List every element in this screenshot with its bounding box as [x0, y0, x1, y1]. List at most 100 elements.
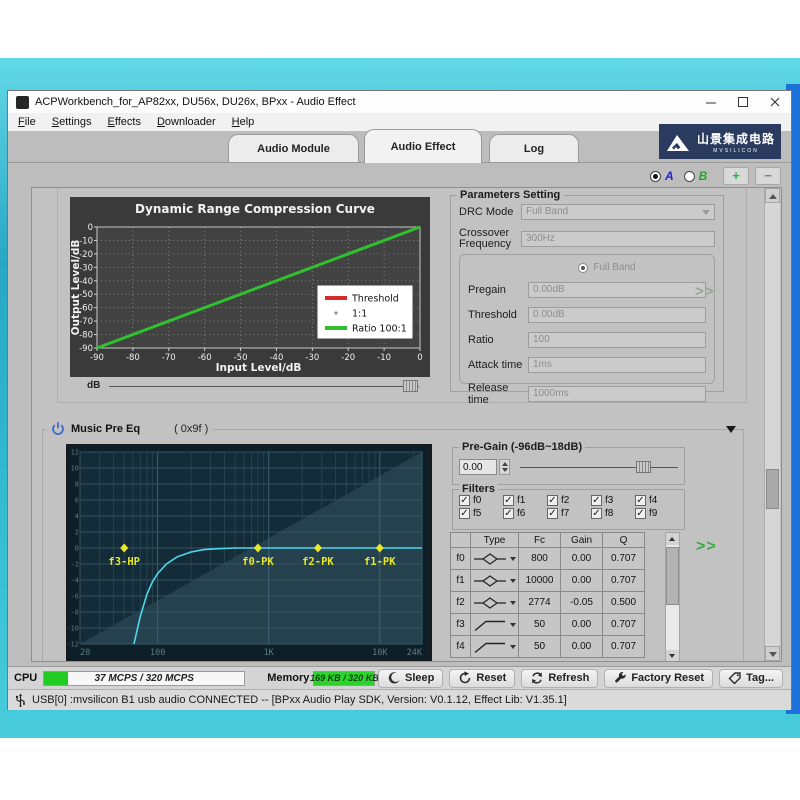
- cell-gain[interactable]: -0.05: [561, 592, 603, 614]
- filter-checkbox-f8[interactable]: ✓f8: [591, 508, 635, 519]
- checkbox-icon: ✓: [635, 495, 646, 506]
- scrollbar-thumb[interactable]: [666, 547, 679, 605]
- checkbox-icon: ✓: [503, 495, 514, 506]
- param-input-ratio[interactable]: 100: [528, 332, 706, 348]
- slider-handle[interactable]: [636, 461, 651, 473]
- tab-log[interactable]: Log: [489, 134, 579, 162]
- svg-text:Input Level/dB: Input Level/dB: [216, 362, 302, 374]
- cell-gain[interactable]: 0.00: [561, 614, 603, 636]
- filter-type-select[interactable]: [471, 570, 519, 592]
- filter-checkbox-f9[interactable]: ✓f9: [635, 508, 679, 519]
- full-band-radio[interactable]: [578, 263, 588, 273]
- eq-expand-button[interactable]: >>: [696, 538, 717, 556]
- filter-checkbox-f0[interactable]: ✓f0: [459, 495, 503, 506]
- scroll-up-icon[interactable]: [666, 533, 679, 545]
- svg-text:-4: -4: [71, 577, 79, 585]
- cell-q[interactable]: 0.707: [603, 570, 645, 592]
- music-pre-eq-header: Music Pre Eq ( 0x9f ): [46, 421, 213, 436]
- refresh-button[interactable]: Refresh: [521, 669, 598, 688]
- parameters-setting-title: Parameters Setting: [457, 189, 563, 201]
- filter-checkbox-f6[interactable]: ✓f6: [503, 508, 547, 519]
- preset-a-radio[interactable]: [650, 171, 661, 182]
- tab-audio-effect[interactable]: Audio Effect: [364, 129, 482, 163]
- tab-audio-module[interactable]: Audio Module: [228, 134, 359, 162]
- filter-checkbox-f3[interactable]: ✓f3: [591, 495, 635, 506]
- filter-checkbox-f2[interactable]: ✓f2: [547, 495, 591, 506]
- power-icon[interactable]: [51, 421, 65, 436]
- filter-checkbox-f1[interactable]: ✓f1: [503, 495, 547, 506]
- filter-type-select[interactable]: [471, 592, 519, 614]
- menu-effects[interactable]: Effects: [100, 115, 149, 129]
- close-icon[interactable]: [759, 91, 791, 113]
- svg-text:-90: -90: [90, 353, 104, 363]
- maximize-icon[interactable]: [727, 91, 759, 113]
- cell-fc[interactable]: 2774: [519, 592, 561, 614]
- brand-name-cn: 山景集成电路: [697, 130, 775, 147]
- cell-gain[interactable]: 0.00: [561, 570, 603, 592]
- param-input-pregain[interactable]: 0.00dB: [528, 282, 706, 298]
- cell-fc[interactable]: 800: [519, 548, 561, 570]
- menu-help[interactable]: Help: [224, 115, 263, 129]
- cpu-usage-text: 37 MCPS / 320 MCPS: [44, 673, 244, 684]
- sleep-button[interactable]: Sleep: [378, 669, 443, 688]
- cell-fc[interactable]: 10000: [519, 570, 561, 592]
- scroll-down-icon[interactable]: [666, 650, 679, 662]
- scroll-down-icon[interactable]: [765, 646, 780, 661]
- filter-checkbox-f5[interactable]: ✓f5: [459, 508, 503, 519]
- table-scrollbar[interactable]: [665, 532, 680, 662]
- status-button-label: Refresh: [548, 672, 589, 684]
- crossover-label: Crossover Frequency: [459, 228, 521, 250]
- preset-b-radio[interactable]: [684, 171, 695, 182]
- full-band-radio-row: Full Band: [460, 262, 714, 273]
- connection-status-text: USB[0] :mvsilicon B1 usb audio CONNECTED…: [32, 694, 567, 706]
- drc-mode-select[interactable]: Full Band: [521, 204, 715, 220]
- filter-checkbox-f7[interactable]: ✓f7: [547, 508, 591, 519]
- cell-gain[interactable]: 0.00: [561, 636, 603, 658]
- pre-gain-input[interactable]: 0.00: [459, 459, 497, 475]
- minimize-icon[interactable]: [695, 91, 727, 113]
- tag-button[interactable]: Tag...: [719, 669, 783, 688]
- factory-reset-button[interactable]: Factory Reset: [604, 669, 713, 688]
- param-input-attack-time[interactable]: 1ms: [528, 357, 706, 373]
- cell-q[interactable]: 0.707: [603, 614, 645, 636]
- table-row-f3: f3500.000.707: [451, 614, 645, 636]
- menu-downloader[interactable]: Downloader: [149, 115, 224, 129]
- slider-handle[interactable]: [403, 380, 418, 392]
- checkbox-icon: ✓: [503, 508, 514, 519]
- menu-file[interactable]: File: [10, 115, 44, 129]
- scrollbar-thumb[interactable]: [766, 469, 779, 509]
- pre-gain-stepper[interactable]: [499, 459, 510, 475]
- add-button[interactable]: +: [723, 167, 749, 185]
- crossover-row: Crossover Frequency 300Hz: [459, 228, 715, 250]
- cell-q[interactable]: 0.707: [603, 548, 645, 570]
- filter-type-select[interactable]: [471, 636, 519, 658]
- panel-scrollbar[interactable]: [764, 188, 780, 661]
- svg-text:0: 0: [417, 353, 422, 363]
- menu-settings[interactable]: Settings: [44, 115, 100, 129]
- param-input-release-time[interactable]: 1000ms: [528, 386, 706, 402]
- scroll-up-icon[interactable]: [765, 188, 780, 203]
- cell-q[interactable]: 0.500: [603, 592, 645, 614]
- drc-expand-button[interactable]: >>: [695, 283, 715, 300]
- cell-fc[interactable]: 50: [519, 636, 561, 658]
- reset-button[interactable]: Reset: [449, 669, 515, 688]
- svg-text:24K: 24K: [407, 648, 423, 658]
- filter-checkbox-f4[interactable]: ✓f4: [635, 495, 679, 506]
- collapse-section-icon[interactable]: [726, 426, 736, 433]
- app-icon: [16, 96, 29, 109]
- filter-type-select[interactable]: [471, 614, 519, 636]
- table-row-f2: f22774-0.050.500: [451, 592, 645, 614]
- crossover-frequency-input[interactable]: 300Hz: [521, 231, 715, 247]
- pre-gain-slider[interactable]: [520, 460, 678, 474]
- filter-type-select[interactable]: [471, 548, 519, 570]
- table-header-row: Type Fc Gain Q: [451, 533, 645, 548]
- svg-text:2: 2: [75, 529, 79, 537]
- col-header-type: Type: [471, 533, 519, 548]
- svg-text:12: 12: [71, 449, 79, 457]
- param-input-threshold[interactable]: 0.00dB: [528, 307, 706, 323]
- drc-gain-slider[interactable]: [109, 379, 419, 393]
- cell-fc[interactable]: 50: [519, 614, 561, 636]
- remove-button[interactable]: −: [755, 167, 781, 185]
- cell-q[interactable]: 0.707: [603, 636, 645, 658]
- cell-gain[interactable]: 0.00: [561, 548, 603, 570]
